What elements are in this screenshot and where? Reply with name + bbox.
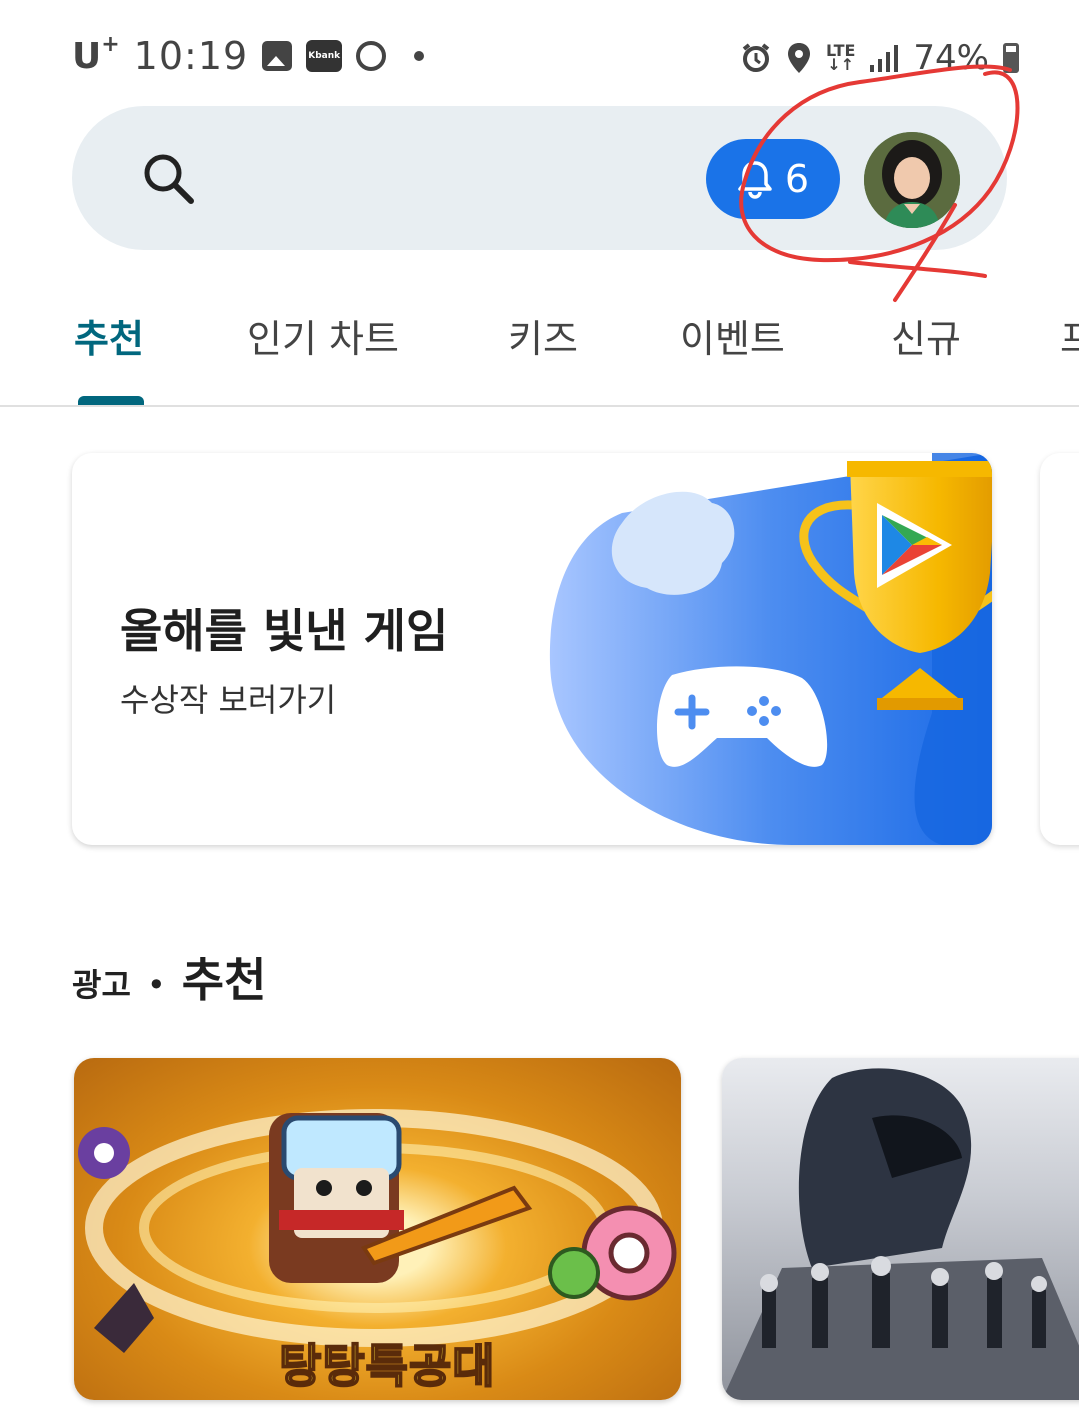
battery-percent: 74%	[913, 38, 989, 78]
banner-subtitle: 수상작 보러가기	[120, 681, 337, 719]
category-tabs: 추천 인기 차트 키즈 이벤트 신규 프	[0, 300, 1079, 407]
avatar-image	[864, 132, 960, 228]
active-tab-indicator	[78, 396, 144, 405]
battery-icon	[1003, 43, 1019, 73]
notifications-button[interactable]: 6	[706, 139, 840, 219]
location-icon	[788, 43, 811, 73]
search-bar[interactable]: 6	[72, 106, 1007, 250]
trophy-illustration	[549, 453, 992, 845]
tab-top-charts[interactable]: 인기 차트	[247, 308, 399, 363]
notification-count: 6	[784, 157, 810, 201]
search-icon[interactable]	[140, 150, 196, 206]
section-header: 광고 • 추천	[72, 944, 266, 1010]
clock: 10:19	[133, 34, 249, 78]
ad-label: 광고	[72, 966, 131, 1004]
next-banner-peek[interactable]	[1040, 453, 1079, 845]
tab-events[interactable]: 이벤트	[680, 308, 785, 363]
more-notifications-dot	[414, 51, 425, 61]
tab-new[interactable]: 신규	[891, 308, 961, 363]
banner-title: 올해를 빛낸 게임	[120, 604, 449, 658]
alarm-icon	[742, 43, 770, 72]
carrier-label: U+	[72, 31, 120, 77]
tab-recommended[interactable]: 추천	[74, 308, 144, 363]
games-of-year-banner[interactable]: 올해를 빛낸 게임 수상작 보러가기	[72, 453, 992, 845]
game-card-tangtang[interactable]: 탕탕특공대	[74, 1058, 681, 1400]
tab-kids[interactable]: 키즈	[508, 308, 578, 363]
status-bar: U+ 10:19 Kbank LTE ↓↑ 74%	[0, 0, 1079, 110]
signal-icon	[870, 45, 899, 72]
account-avatar[interactable]	[864, 132, 960, 228]
b-app-icon	[356, 41, 387, 71]
tangtang-title-art: 탕탕특공대	[278, 1338, 496, 1394]
game-card-dark-fantasy[interactable]	[722, 1058, 1079, 1400]
lte-indicator: LTE ↓↑	[826, 41, 856, 74]
separator-dot: •	[146, 966, 166, 1004]
kbank-icon: Kbank	[306, 40, 343, 72]
bell-icon	[738, 161, 772, 199]
section-title: 추천	[181, 953, 267, 1007]
gallery-icon	[262, 41, 293, 71]
tab-next[interactable]: 프	[1060, 308, 1079, 363]
dark-fantasy-artwork	[722, 1068, 1079, 1400]
